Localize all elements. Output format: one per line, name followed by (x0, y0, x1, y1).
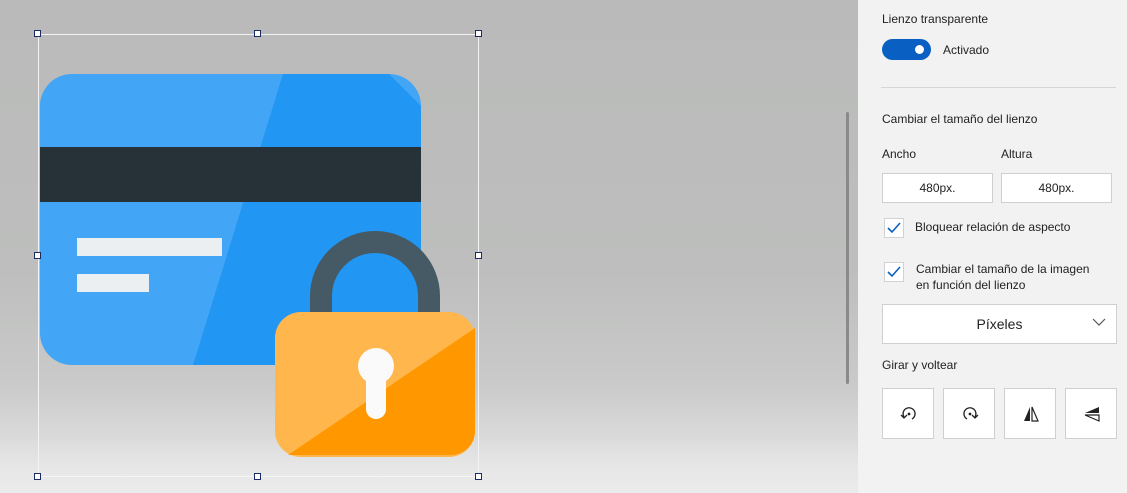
resize-handle-top-left[interactable] (34, 30, 41, 37)
canvas-scrollbar[interactable] (846, 112, 849, 384)
height-label: Altura (1001, 147, 1033, 161)
units-selected: Píxeles (976, 316, 1023, 332)
resize-handle-bottom[interactable] (254, 473, 261, 480)
lock-aspect-checkbox[interactable] (884, 218, 904, 238)
resize-canvas-label: Cambiar el tamaño del lienzo (882, 112, 1038, 126)
chevron-down-icon (1092, 318, 1106, 326)
height-input[interactable]: 480px. (1001, 173, 1112, 203)
section-divider (881, 87, 1116, 88)
width-input[interactable]: 480px. (882, 173, 993, 203)
units-dropdown[interactable]: Píxeles (882, 304, 1117, 344)
resize-handle-bottom-right[interactable] (475, 473, 482, 480)
rotate-left-button[interactable] (882, 388, 934, 439)
flip-vertical-icon (1084, 407, 1100, 422)
resize-image-label-line-1: Cambiar el tamaño de la imagen (916, 262, 1090, 276)
rotate-right-icon (963, 407, 979, 420)
checkmark-icon (887, 222, 901, 234)
flip-horizontal-icon (1024, 406, 1039, 422)
resize-handle-bottom-left[interactable] (34, 473, 41, 480)
lock-aspect-label: Bloquear relación de aspecto (915, 220, 1071, 234)
width-label: Ancho (882, 147, 917, 161)
resize-image-label-line-2: en función del lienzo (916, 278, 1026, 292)
resize-image-checkbox[interactable] (884, 262, 904, 282)
rotate-flip-label: Girar y voltear (882, 358, 958, 372)
checkmark-icon (887, 266, 901, 278)
resize-handle-top[interactable] (254, 30, 261, 37)
toggle-knob (915, 45, 924, 54)
flip-horizontal-button[interactable] (1004, 388, 1056, 439)
rotate-right-button[interactable] (943, 388, 995, 439)
rotate-left-icon (900, 407, 916, 420)
toggle-state-label: Activado (943, 43, 990, 57)
resize-handle-top-right[interactable] (475, 30, 482, 37)
flip-vertical-button[interactable] (1065, 388, 1117, 439)
transparent-canvas-label: Lienzo transparente (882, 12, 989, 26)
resize-handle-left[interactable] (34, 252, 41, 259)
resize-handle-right[interactable] (475, 252, 482, 259)
transparent-canvas-toggle[interactable] (882, 39, 931, 60)
canvas-area[interactable] (0, 0, 858, 493)
selection-box[interactable] (38, 34, 479, 477)
